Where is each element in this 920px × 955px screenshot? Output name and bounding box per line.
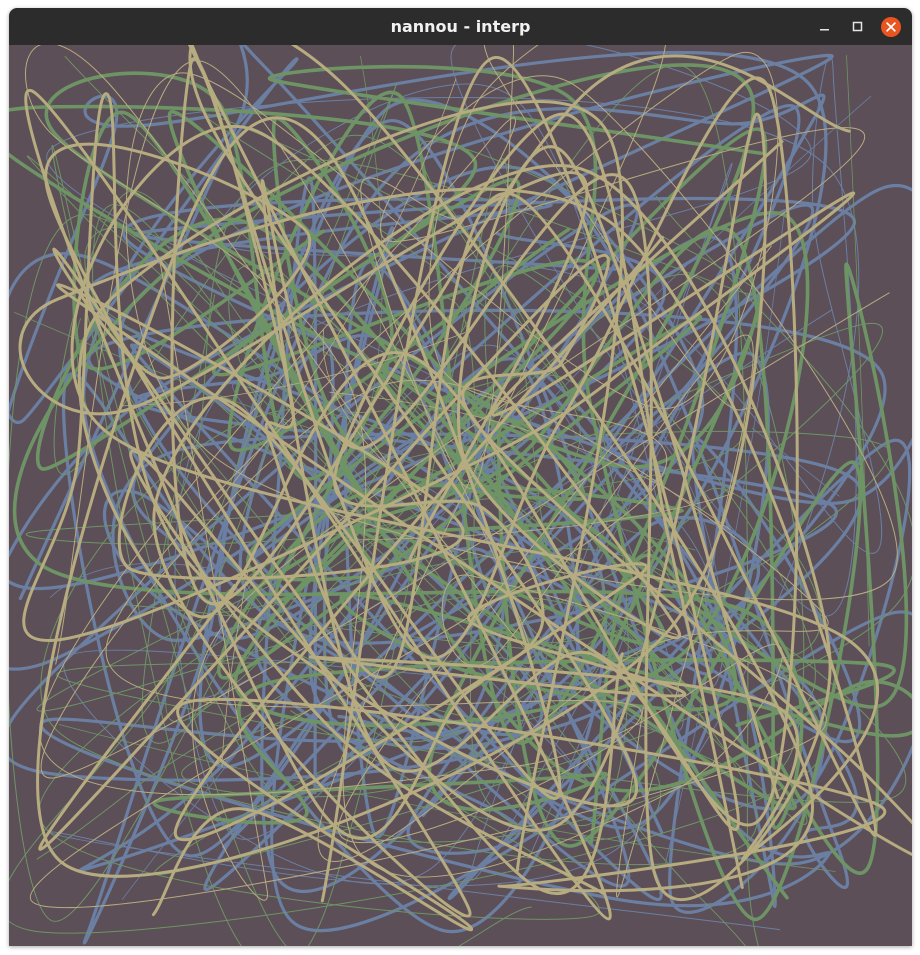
app-window: nannou - interp [9, 8, 912, 946]
minimize-icon [820, 29, 829, 31]
thin-stroke [846, 55, 870, 647]
close-icon [881, 17, 901, 37]
maximize-icon [852, 21, 863, 32]
maximize-button[interactable] [847, 16, 869, 38]
sketch-canvas[interactable] [9, 45, 912, 946]
title-bar[interactable]: nannou - interp [9, 8, 912, 45]
minimize-button[interactable] [814, 16, 836, 38]
window-title: nannou - interp [390, 17, 531, 36]
close-button[interactable] [880, 16, 902, 38]
interp-drawing [9, 45, 912, 946]
